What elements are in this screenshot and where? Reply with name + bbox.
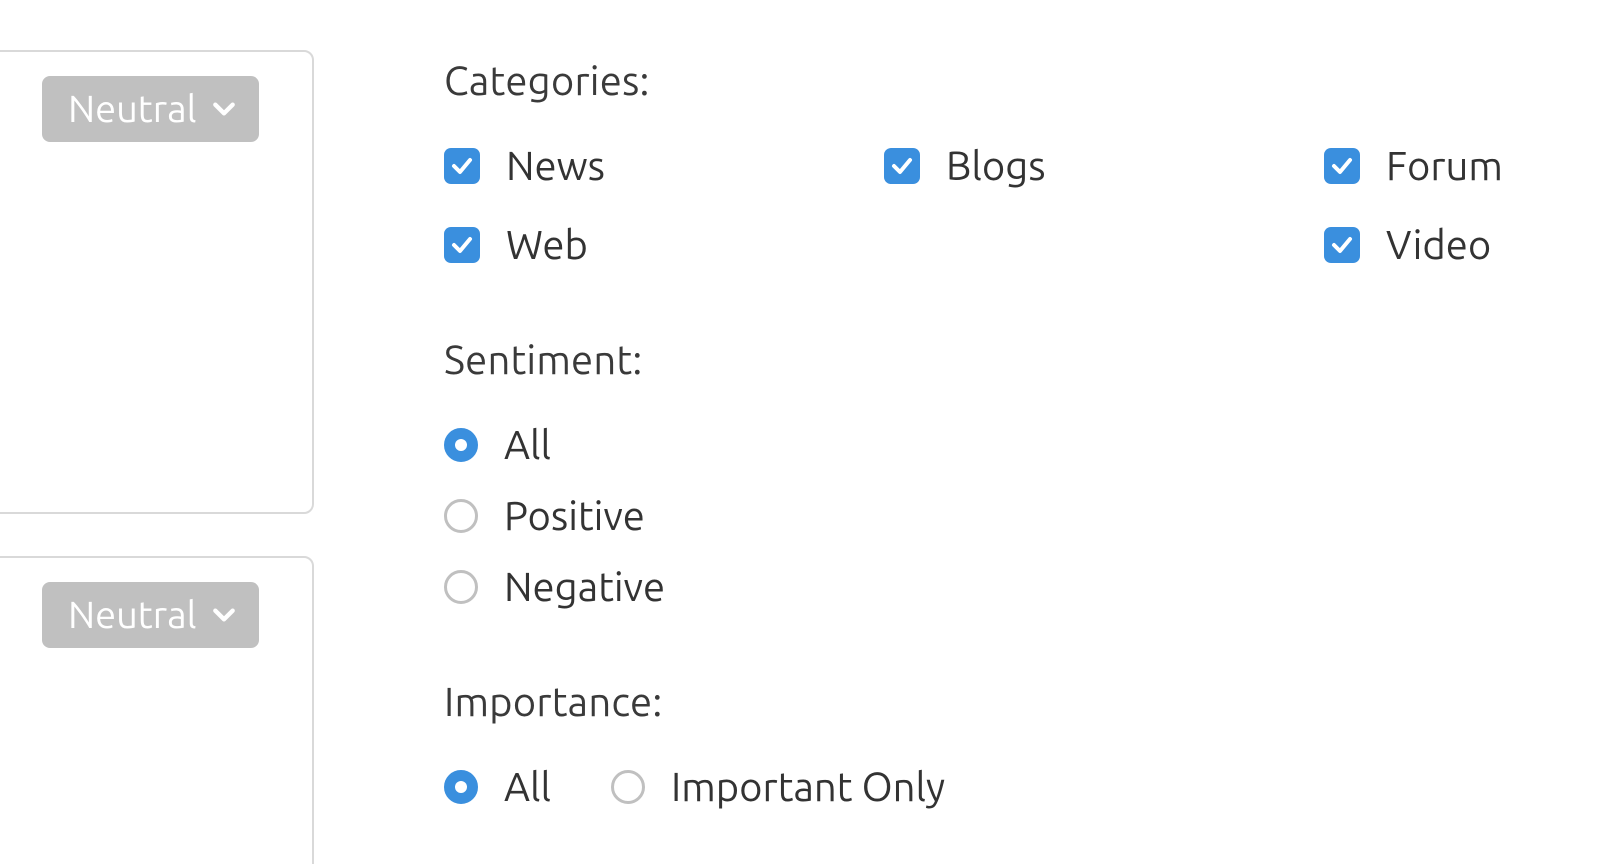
- category-checkbox-forum[interactable]: Forum: [1324, 143, 1544, 188]
- sentiment-radio-negative[interactable]: Negative: [444, 564, 1544, 609]
- categories-title: Categories:: [444, 58, 1544, 103]
- category-label: Blogs: [946, 143, 1046, 188]
- categories-section: Categories: News Blogs: [444, 58, 1544, 267]
- category-checkbox-video[interactable]: Video: [1324, 222, 1544, 267]
- left-card-2: Neutral: [0, 556, 314, 864]
- category-checkbox-blogs[interactable]: Blogs: [884, 143, 1324, 188]
- checkmark-icon: [1324, 227, 1360, 263]
- importance-label: All: [504, 764, 551, 809]
- importance-section: Importance: All Important Only: [444, 679, 1544, 809]
- chevron-down-icon: [211, 96, 237, 122]
- radio-icon: [444, 499, 478, 533]
- importance-title: Importance:: [444, 679, 1544, 724]
- radio-icon: [444, 570, 478, 604]
- categories-grid: News Blogs Forum: [444, 143, 1544, 267]
- checkmark-icon: [1324, 148, 1360, 184]
- importance-label: Important Only: [671, 764, 945, 809]
- chevron-down-icon: [211, 602, 237, 628]
- category-checkbox-news[interactable]: News: [444, 143, 884, 188]
- sentiment-options: All Positive Negative: [444, 422, 1544, 609]
- sentiment-label: Negative: [504, 564, 665, 609]
- category-label: News: [506, 143, 605, 188]
- radio-icon: [611, 770, 645, 804]
- category-label: Video: [1386, 222, 1491, 267]
- radio-icon: [444, 428, 478, 462]
- sentiment-radio-positive[interactable]: Positive: [444, 493, 1544, 538]
- neutral-dropdown-2-label: Neutral: [68, 594, 197, 636]
- neutral-dropdown-1[interactable]: Neutral: [42, 76, 259, 142]
- importance-radio-important-only[interactable]: Important Only: [611, 764, 945, 809]
- sentiment-radio-all[interactable]: All: [444, 422, 1544, 467]
- left-card-1: Neutral: [0, 50, 314, 514]
- sentiment-label: All: [504, 422, 551, 467]
- checkmark-icon: [884, 148, 920, 184]
- checkmark-icon: [444, 148, 480, 184]
- filters-panel: Categories: News Blogs: [444, 58, 1544, 864]
- category-label: Forum: [1386, 143, 1503, 188]
- importance-options: All Important Only: [444, 764, 1544, 809]
- importance-radio-all[interactable]: All: [444, 764, 551, 809]
- sentiment-section: Sentiment: All Positive Negative: [444, 337, 1544, 609]
- checkmark-icon: [444, 227, 480, 263]
- category-label: Web: [506, 222, 588, 267]
- radio-icon: [444, 770, 478, 804]
- category-checkbox-web[interactable]: Web: [444, 222, 884, 267]
- neutral-dropdown-2[interactable]: Neutral: [42, 582, 259, 648]
- sentiment-title: Sentiment:: [444, 337, 1544, 382]
- neutral-dropdown-1-label: Neutral: [68, 88, 197, 130]
- category-empty-cell: [884, 222, 1324, 267]
- sentiment-label: Positive: [504, 493, 645, 538]
